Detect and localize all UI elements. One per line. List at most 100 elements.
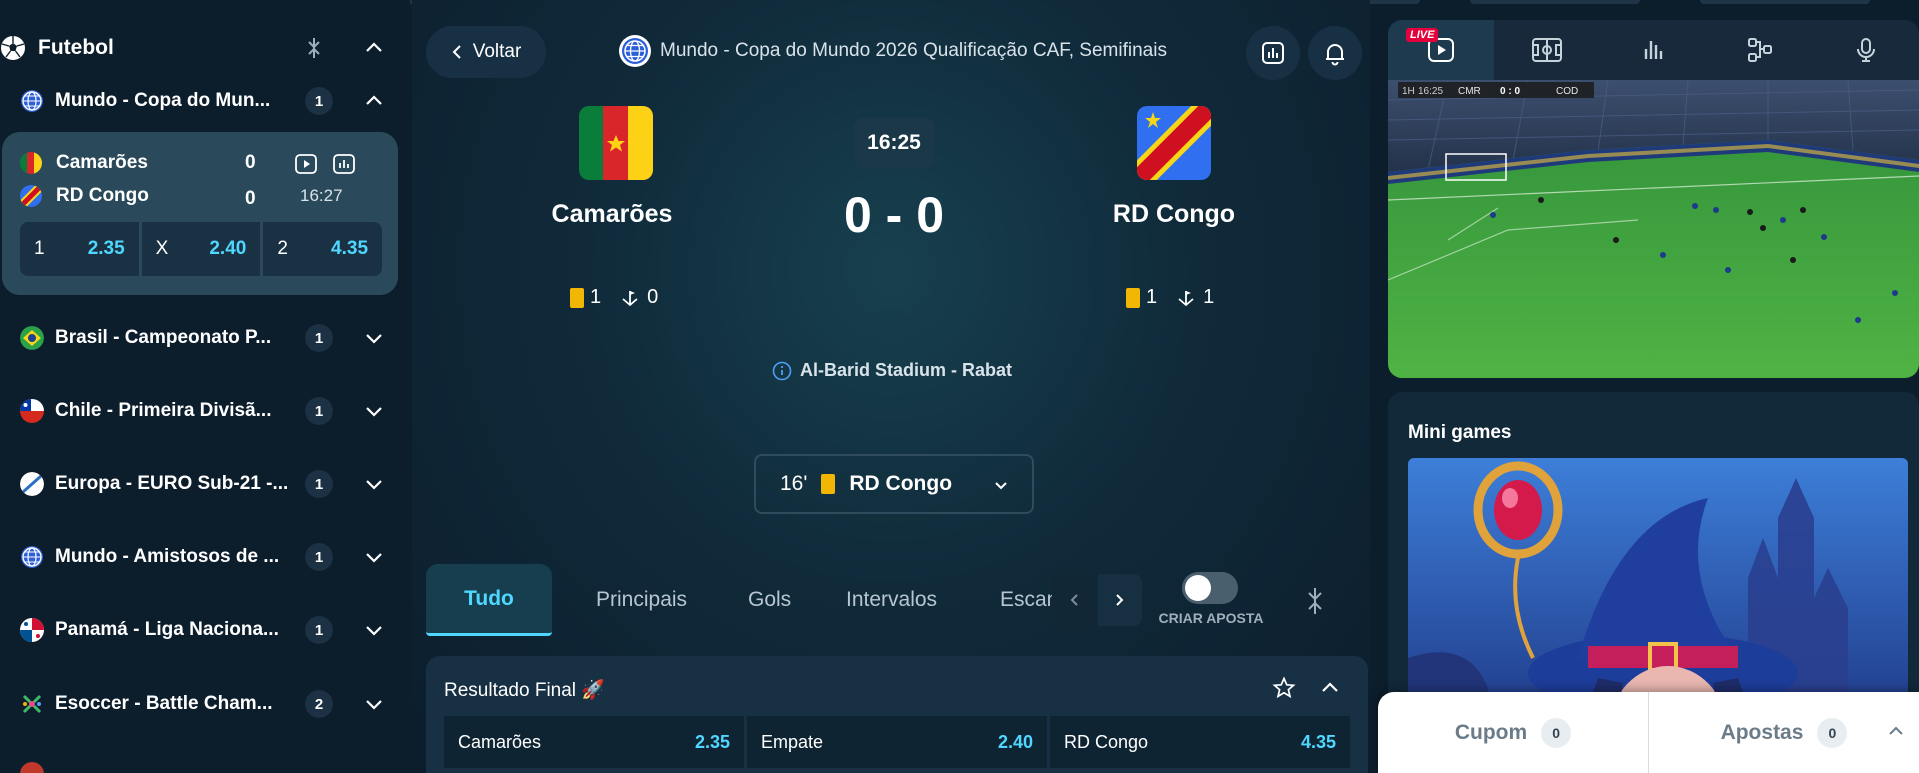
odds-label: X: [155, 238, 169, 259]
away-cards-count: 1: [1146, 286, 1158, 308]
outcome-label: Camarões: [458, 731, 542, 752]
tab-principais[interactable]: Principais: [596, 564, 687, 636]
venue: Al-Barid Stadium - Rabat: [772, 360, 1012, 381]
odds-draw-button[interactable]: X 2.40: [141, 222, 261, 276]
tab-field-view[interactable]: [1494, 20, 1600, 80]
tab-tudo[interactable]: Tudo: [426, 564, 552, 636]
competition-title: Mundo - Copa do Mundo 2026 Qualificação …: [618, 34, 1167, 68]
market-outcomes: Camarões 2.35 Empate 2.40 RD Congo 4.35: [444, 716, 1350, 768]
sport-header-futebol[interactable]: Futebol: [0, 30, 400, 66]
toggle-label: CRIAR APOSTA: [1158, 610, 1264, 626]
collapse-all-icon[interactable]: [1302, 586, 1328, 616]
outcome-away-button[interactable]: RD Congo 4.35: [1050, 716, 1350, 768]
outcome-odds: 4.35: [1300, 731, 1336, 752]
away-stats: 1 1: [1126, 286, 1214, 309]
league-count-badge: 1: [305, 324, 333, 352]
outcome-odds: 2.35: [694, 731, 730, 752]
odds-away-button[interactable]: 2 4.35: [263, 222, 383, 276]
tab-lineups[interactable]: [1707, 20, 1813, 80]
league-row-cutoff: [20, 762, 380, 773]
league-name: Chile - Primeira Divisã...: [55, 400, 272, 421]
corner-flag-icon: [622, 290, 638, 306]
play-video-icon[interactable]: [294, 152, 318, 176]
yellow-card-icon: [1126, 287, 1140, 308]
bets-count-badge: 0: [1817, 717, 1848, 748]
match-card[interactable]: Camarões RD Congo 0 0 16:27 1 2.35 X 2.4…: [2, 132, 398, 295]
chevron-down-icon[interactable]: [362, 326, 386, 350]
outcome-label: RD Congo: [1064, 731, 1149, 752]
tabs-next-button[interactable]: [1098, 574, 1142, 626]
scorebug-away: COD: [1556, 86, 1578, 97]
match-home-team: Camarões: [20, 152, 148, 174]
live-stream-video[interactable]: 1H 16:25 CMR 0 : 0 COD: [1388, 80, 1919, 378]
globe-icon: [21, 90, 43, 112]
chevron-down-icon[interactable]: [362, 399, 386, 423]
chevron-up-icon[interactable]: [1885, 720, 1907, 742]
competition-name: Mundo - Copa do Mundo 2026 Qualificação …: [660, 40, 1167, 61]
event-timeline-dropdown[interactable]: 16' RD Congo: [754, 454, 1034, 514]
tab-escanteios[interactable]: Escan: [1000, 564, 1060, 636]
match-home-score: 0: [245, 152, 256, 173]
tab-statistics[interactable]: [1600, 20, 1706, 80]
tab-live-video[interactable]: LIVE: [1388, 20, 1495, 80]
market-title: Resultado Final 🚀: [444, 680, 605, 701]
tab-audio[interactable]: [1813, 20, 1919, 80]
right-panel: LIVE 1H 16:25 CMR 0: 0 COD Mini games: [1388, 0, 1919, 773]
match-odds: 1 2.35 X 2.40 2 4.35: [20, 222, 383, 276]
cameroon-flag-icon: [579, 106, 653, 180]
league-name: Mundo - Amistosos de ...: [55, 546, 280, 567]
league-name: Panamá - Liga Naciona...: [55, 619, 279, 640]
dr-congo-flag-icon: [20, 185, 42, 207]
league-row-esoccer[interactable]: Esoccer - Battle Cham... 2: [0, 684, 400, 724]
star-icon[interactable]: [1272, 676, 1296, 700]
match-away-team: RD Congo: [20, 185, 149, 207]
match-score: 0 - 0: [843, 187, 945, 243]
league-count-badge: 1: [305, 87, 333, 115]
scorebug-home: CMR: [1458, 86, 1481, 97]
tab-intervalos[interactable]: Intervalos: [846, 564, 937, 636]
league-row-mundo-amistosos[interactable]: Mundo - Amistosos de ... 1: [0, 537, 400, 577]
tabs-prev-button[interactable]: [1052, 574, 1096, 626]
soccer-ball-icon: [1, 36, 25, 60]
chevron-up-icon[interactable]: [362, 89, 386, 113]
chevron-right-icon: [1116, 594, 1124, 606]
league-row-chile[interactable]: Chile - Primeira Divisã... 1: [0, 391, 400, 431]
market-tabs: Tudo Principais Gols Intervalos Escan CR…: [426, 564, 1368, 636]
chevron-up-icon[interactable]: [1318, 676, 1342, 700]
bell-icon: [1326, 44, 1344, 66]
scorebug-period: 1H: [1402, 86, 1415, 97]
mini-games-title: Mini games: [1408, 422, 1512, 443]
scorebug-clock: 16:25: [1418, 86, 1443, 97]
league-row-panama[interactable]: Panamá - Liga Naciona... 1: [0, 610, 400, 650]
statistics-button[interactable]: [1246, 26, 1300, 80]
corner-flag-icon: [1178, 290, 1194, 306]
collapse-all-icon[interactable]: [302, 36, 326, 60]
event-minute: 16': [780, 472, 808, 495]
outcome-draw-button[interactable]: Empate 2.40: [747, 716, 1047, 768]
event-team: RD Congo: [849, 472, 953, 495]
league-row-mundo-copa[interactable]: Mundo - Copa do Mun... 1: [0, 81, 400, 121]
outcome-odds: 2.40: [997, 731, 1033, 752]
league-count-badge: 1: [305, 470, 333, 498]
chevron-up-icon[interactable]: [362, 36, 386, 60]
coupon-tab[interactable]: Cupom 0: [1378, 692, 1648, 773]
betslip-bar: Cupom 0 Apostas 0: [1378, 692, 1919, 773]
outcome-home-button[interactable]: Camarões 2.35: [444, 716, 744, 768]
chevron-down-icon[interactable]: [362, 618, 386, 642]
league-row-europa[interactable]: Europa - EURO Sub-21 -... 1: [0, 464, 400, 504]
odds-home-button[interactable]: 1 2.35: [20, 222, 139, 276]
stats-icon[interactable]: [332, 152, 356, 176]
league-name: Mundo - Copa do Mun...: [55, 90, 271, 111]
chevron-down-icon[interactable]: [362, 545, 386, 569]
notifications-button[interactable]: [1308, 26, 1362, 80]
back-button[interactable]: Voltar: [426, 26, 546, 78]
league-count-badge: 1: [305, 543, 333, 571]
toggle-switch[interactable]: [1182, 572, 1238, 604]
create-bet-toggle[interactable]: CRIAR APOSTA: [1156, 572, 1266, 626]
chevron-down-icon[interactable]: [362, 692, 386, 716]
tab-gols[interactable]: Gols: [748, 564, 791, 636]
yellow-card-icon: [821, 474, 836, 494]
bets-tab[interactable]: Apostas 0: [1648, 692, 1919, 773]
league-row-brasil[interactable]: Brasil - Campeonato P... 1: [0, 318, 400, 358]
chevron-down-icon[interactable]: [362, 472, 386, 496]
